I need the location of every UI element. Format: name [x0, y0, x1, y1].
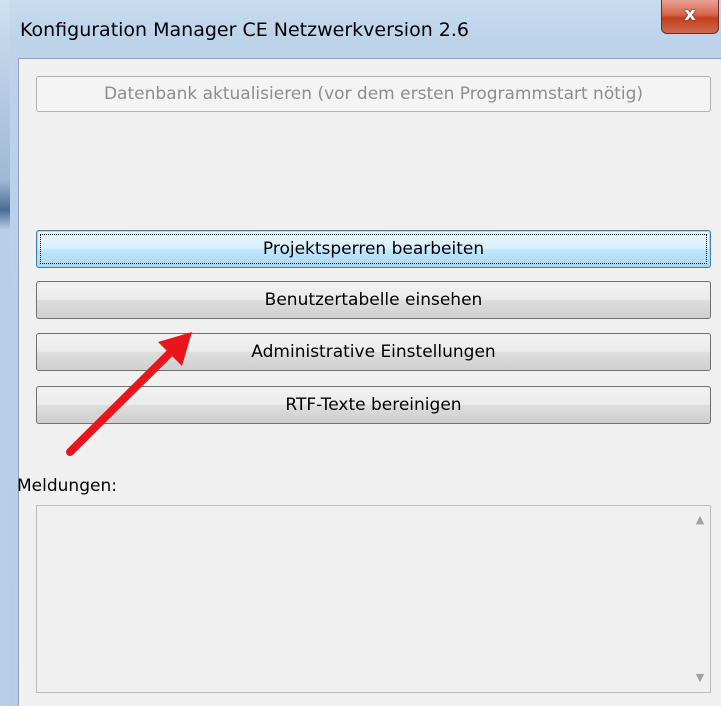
rtf-cleanup-label: RTF-Texte bereinigen [285, 395, 462, 415]
messages-textarea[interactable]: ▲ ▼ [36, 505, 711, 693]
messages-scrollbar[interactable]: ▲ ▼ [690, 506, 710, 692]
window-edge [0, 0, 10, 706]
user-table-button[interactable]: Benutzertabelle einsehen [36, 281, 711, 319]
admin-settings-label: Administrative Einstellungen [251, 342, 496, 362]
update-database-label: Datenbank aktualisieren (vor dem ersten … [103, 84, 644, 104]
admin-settings-button[interactable]: Administrative Einstellungen [36, 333, 711, 371]
focus-ring [40, 234, 707, 264]
user-table-label: Benutzertabelle einsehen [264, 290, 483, 310]
scroll-down-icon[interactable]: ▼ [690, 668, 710, 688]
update-database-button[interactable]: Datenbank aktualisieren (vor dem ersten … [36, 76, 711, 112]
rtf-cleanup-button[interactable]: RTF-Texte bereinigen [36, 386, 711, 424]
close-icon: x [684, 4, 696, 25]
scroll-up-icon[interactable]: ▲ [690, 510, 710, 530]
project-locks-button[interactable]: Projektsperren bearbeiten [36, 230, 711, 268]
client-area: Datenbank aktualisieren (vor dem ersten … [17, 58, 721, 706]
window-title: Konfiguration Manager CE Netzwerkversion… [20, 19, 469, 41]
close-button[interactable]: x [661, 0, 719, 34]
messages-label: Meldungen: [17, 476, 117, 496]
window-frame: Konfiguration Manager CE Netzwerkversion… [0, 0, 721, 706]
title-bar[interactable]: Konfiguration Manager CE Netzwerkversion… [10, 0, 721, 58]
